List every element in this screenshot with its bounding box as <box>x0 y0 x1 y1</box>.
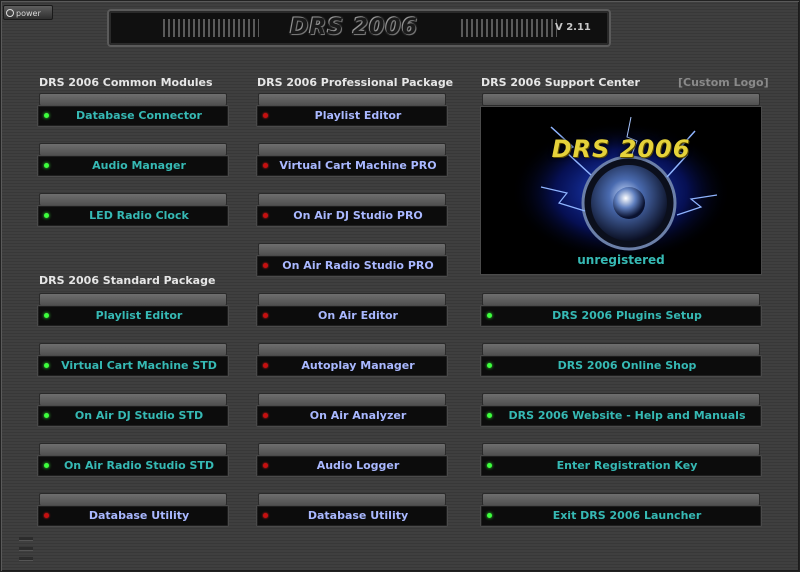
speaker-logo-image <box>511 116 731 262</box>
section-title-common: DRS 2006 Common Modules <box>39 76 213 89</box>
status-led-green <box>487 313 492 318</box>
support-label: Enter Registration Key <box>556 459 698 472</box>
module-label: On Air DJ Studio STD <box>74 409 204 422</box>
module-label: On Air Editor <box>318 309 398 322</box>
module-button-radio-studio-std[interactable]: On Air Radio Studio STD <box>37 443 229 477</box>
speaker-grille-right <box>461 19 557 37</box>
status-led-red <box>263 463 268 468</box>
custom-logo-link[interactable]: [Custom Logo] <box>678 76 769 89</box>
module-label: Virtual Cart Machine PRO <box>279 159 437 172</box>
logo-text: DRS 2006 <box>551 135 691 163</box>
module-button-on-air-analyzer[interactable]: On Air Analyzer <box>256 393 448 427</box>
corner-mark <box>19 557 33 561</box>
module-button-autoplay-manager[interactable]: Autoplay Manager <box>256 343 448 377</box>
version-label: V 2.11 <box>555 22 591 33</box>
section-title-professional: DRS 2006 Professional Package <box>257 76 454 89</box>
support-button-plugins-setup[interactable]: DRS 2006 Plugins Setup <box>480 293 762 327</box>
module-label: Playlist Editor <box>95 309 183 322</box>
support-button-exit-launcher[interactable]: Exit DRS 2006 Launcher <box>480 493 762 527</box>
status-led-red <box>263 163 268 168</box>
module-button-virtual-cart-pro[interactable]: Virtual Cart Machine PRO <box>256 143 448 177</box>
section-title-support: DRS 2006 Support Center <box>481 76 640 89</box>
support-label: DRS 2006 Online Shop <box>557 359 697 372</box>
status-led-green <box>487 463 492 468</box>
power-icon <box>6 8 14 17</box>
module-label: On Air Radio Studio PRO <box>282 259 434 272</box>
module-button-dj-studio-std[interactable]: On Air DJ Studio STD <box>37 393 229 427</box>
corner-mark <box>19 537 33 541</box>
speaker-grille-left <box>163 19 259 37</box>
status-led-green <box>487 413 492 418</box>
support-button-website-help[interactable]: DRS 2006 Website - Help and Manuals <box>480 393 762 427</box>
module-label: Database Connector <box>76 109 202 122</box>
module-button-dj-studio-pro[interactable]: On Air DJ Studio PRO <box>256 193 448 227</box>
module-button-on-air-editor[interactable]: On Air Editor <box>256 293 448 327</box>
launcher-window: power DRS 2006 V 2.11 DRS 2006 Common Mo… <box>0 0 800 572</box>
module-button-virtual-cart-std[interactable]: Virtual Cart Machine STD <box>37 343 229 377</box>
module-button-audio-logger[interactable]: Audio Logger <box>256 443 448 477</box>
module-label: Virtual Cart Machine STD <box>61 359 217 372</box>
power-label: power <box>16 9 41 18</box>
module-label: On Air Radio Studio STD <box>63 459 215 472</box>
module-button-database-utility-std[interactable]: Database Utility <box>37 493 229 527</box>
status-led-green <box>44 113 49 118</box>
corner-mark <box>19 547 33 551</box>
logo-screen: DRS 2006 unregistered <box>480 106 762 275</box>
module-label: On Air Analyzer <box>309 409 407 422</box>
support-label: Exit DRS 2006 Launcher <box>552 509 702 522</box>
status-led-green <box>44 213 49 218</box>
status-led-green <box>44 313 49 318</box>
support-button-online-shop[interactable]: DRS 2006 Online Shop <box>480 343 762 377</box>
module-label: Audio Manager <box>92 159 186 172</box>
power-button[interactable]: power <box>3 5 53 20</box>
app-title: DRS 2006 <box>290 15 418 40</box>
status-led-red <box>263 313 268 318</box>
module-button-database-utility-pro[interactable]: Database Utility <box>256 493 448 527</box>
status-led-red <box>263 213 268 218</box>
module-button-playlist-editor-pro[interactable]: Playlist Editor <box>256 93 448 127</box>
logo-panel: DRS 2006 unregistered <box>480 93 762 275</box>
module-label: Database Utility <box>88 509 190 522</box>
module-label: Audio Logger <box>316 459 400 472</box>
module-button-radio-studio-pro[interactable]: On Air Radio Studio PRO <box>256 243 448 277</box>
status-led-green <box>44 413 49 418</box>
module-label: Playlist Editor <box>314 109 402 122</box>
status-led-red <box>263 363 268 368</box>
section-title-standard: DRS 2006 Standard Package <box>39 274 216 287</box>
status-led-green <box>44 363 49 368</box>
status-led-green <box>44 463 49 468</box>
module-label: LED Radio Clock <box>89 209 189 222</box>
status-led-green <box>487 513 492 518</box>
support-button-registration-key[interactable]: Enter Registration Key <box>480 443 762 477</box>
status-led-red <box>44 513 49 518</box>
title-bar: DRS 2006 V 2.11 <box>107 9 611 47</box>
module-label: Autoplay Manager <box>301 359 415 372</box>
module-button-led-radio-clock[interactable]: LED Radio Clock <box>37 193 229 227</box>
module-button-audio-manager[interactable]: Audio Manager <box>37 143 229 177</box>
module-button-playlist-editor-std[interactable]: Playlist Editor <box>37 293 229 327</box>
status-led-green <box>487 363 492 368</box>
module-label: On Air DJ Studio PRO <box>293 209 423 222</box>
status-led-red <box>263 113 268 118</box>
module-button-database-connector[interactable]: Database Connector <box>37 93 229 127</box>
module-label: Database Utility <box>307 509 409 522</box>
status-led-green <box>44 163 49 168</box>
support-label: DRS 2006 Website - Help and Manuals <box>508 409 746 422</box>
status-led-red <box>263 413 268 418</box>
registration-status: unregistered <box>577 253 665 267</box>
status-led-red <box>263 513 268 518</box>
support-label: DRS 2006 Plugins Setup <box>552 309 702 322</box>
status-led-red <box>263 263 268 268</box>
